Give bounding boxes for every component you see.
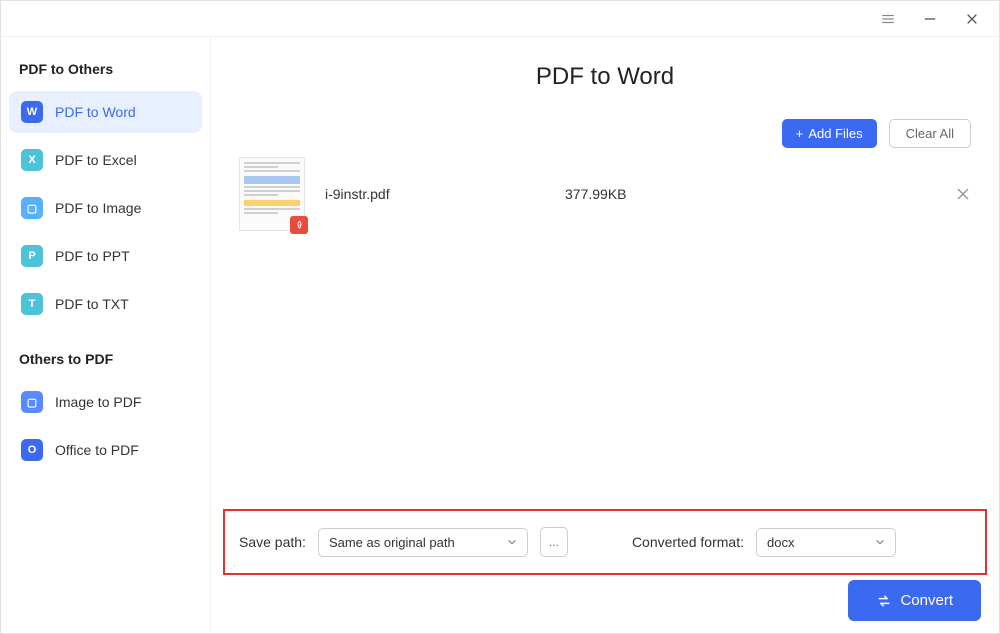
save-path-select[interactable]: Same as original path — [318, 528, 528, 557]
browse-label: ... — [549, 535, 559, 549]
excel-icon: X — [21, 149, 43, 171]
minimize-icon[interactable] — [923, 12, 937, 26]
sidebar-item-pdf-to-excel[interactable]: X PDF to Excel — [9, 139, 202, 181]
clear-all-button[interactable]: Clear All — [889, 119, 971, 148]
file-row: i-9instr.pdf 377.99KB — [239, 151, 971, 237]
sidebar-item-image-to-pdf[interactable]: ▢ Image to PDF — [9, 381, 202, 423]
sidebar-item-label: PDF to PPT — [55, 248, 130, 264]
format-select[interactable]: docx — [756, 528, 896, 557]
add-files-button[interactable]: + Add Files — [782, 119, 877, 148]
convert-button[interactable]: Convert — [848, 580, 981, 621]
titlebar — [1, 1, 999, 37]
clear-all-label: Clear All — [906, 126, 954, 141]
office-icon: O — [21, 439, 43, 461]
ppt-icon: P — [21, 245, 43, 267]
sidebar-item-pdf-to-txt[interactable]: T PDF to TXT — [9, 283, 202, 325]
format-value: docx — [767, 535, 794, 550]
sidebar-item-label: Image to PDF — [55, 394, 141, 410]
sidebar: PDF to Others W PDF to Word X PDF to Exc… — [1, 37, 211, 633]
file-size: 377.99KB — [565, 186, 935, 202]
chevron-down-icon — [875, 537, 885, 547]
file-name: i-9instr.pdf — [325, 186, 545, 202]
convert-icon — [876, 593, 892, 609]
format-label: Converted format: — [632, 534, 744, 550]
chevron-down-icon — [507, 537, 517, 547]
sidebar-item-pdf-to-ppt[interactable]: P PDF to PPT — [9, 235, 202, 277]
save-path-value: Same as original path — [329, 535, 455, 550]
plus-icon: + — [796, 126, 804, 141]
container: PDF to Others W PDF to Word X PDF to Exc… — [1, 37, 999, 633]
image-to-pdf-icon: ▢ — [21, 391, 43, 413]
file-thumbnail — [239, 157, 305, 231]
sidebar-item-label: PDF to Excel — [55, 152, 137, 168]
sidebar-item-label: PDF to Image — [55, 200, 141, 216]
sidebar-item-label: PDF to TXT — [55, 296, 129, 312]
save-path-label: Save path: — [239, 534, 306, 550]
add-files-label: Add Files — [808, 126, 862, 141]
sidebar-item-office-to-pdf[interactable]: O Office to PDF — [9, 429, 202, 471]
section-title-others-to-pdf: Others to PDF — [9, 331, 202, 381]
word-icon: W — [21, 101, 43, 123]
remove-file-button[interactable] — [955, 186, 971, 202]
txt-icon: T — [21, 293, 43, 315]
top-actions: + Add Files Clear All — [782, 119, 971, 148]
pdf-badge-icon — [290, 216, 308, 234]
section-title-pdf-to-others: PDF to Others — [9, 55, 202, 91]
browse-button[interactable]: ... — [540, 527, 568, 557]
page-title: PDF to Word — [211, 63, 999, 91]
header: PDF to Word — [211, 37, 999, 109]
convert-label: Convert — [900, 592, 953, 609]
bottom-panel: Save path: Same as original path ... Con… — [223, 509, 987, 575]
sidebar-item-pdf-to-word[interactable]: W PDF to Word — [9, 91, 202, 133]
sidebar-item-label: Office to PDF — [55, 442, 139, 458]
sidebar-item-pdf-to-image[interactable]: ▢ PDF to Image — [9, 187, 202, 229]
sidebar-item-label: PDF to Word — [55, 104, 136, 120]
main-area: PDF to Word + Add Files Clear All — [211, 37, 999, 633]
menu-icon[interactable] — [881, 12, 895, 26]
image-icon: ▢ — [21, 197, 43, 219]
close-icon[interactable] — [965, 12, 979, 26]
